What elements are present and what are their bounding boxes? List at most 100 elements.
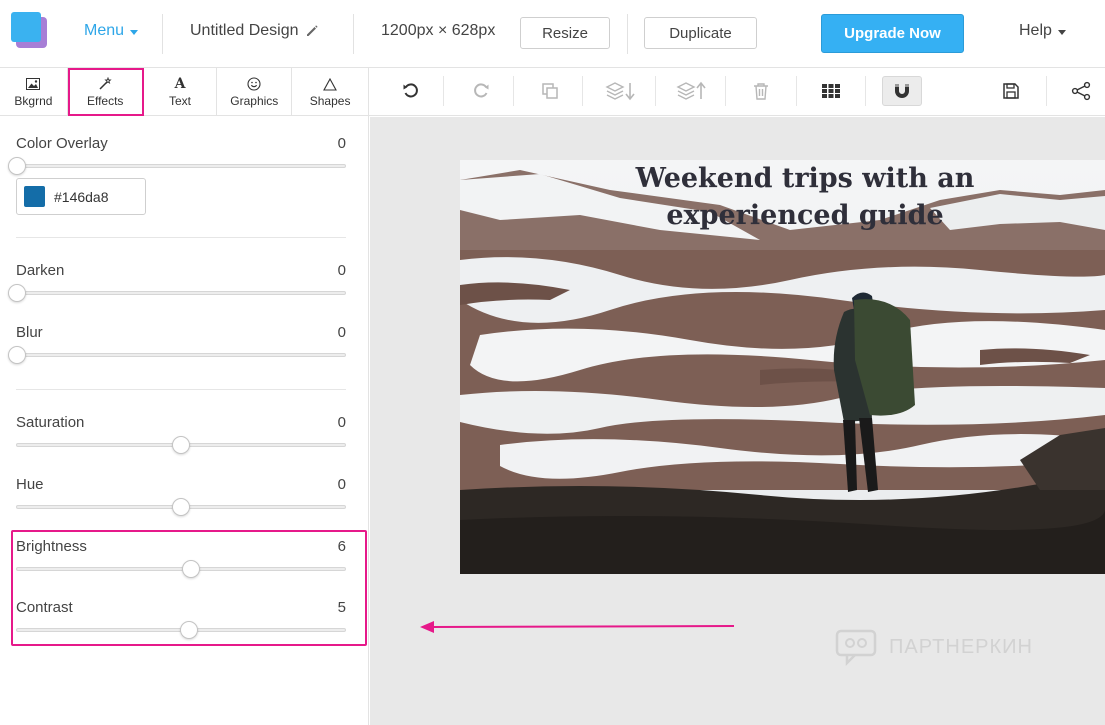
divider xyxy=(627,14,628,54)
tab-label: Effects xyxy=(86,94,124,108)
redo-icon xyxy=(474,83,489,98)
share-icon xyxy=(1071,81,1091,101)
divider xyxy=(1046,76,1047,106)
pencil-icon xyxy=(306,25,318,36)
tab-effects[interactable]: Effects xyxy=(67,68,144,116)
darken-value: 0 xyxy=(337,262,346,279)
save-icon xyxy=(1003,83,1019,99)
grid-button[interactable] xyxy=(811,76,851,106)
trash-icon xyxy=(754,83,768,100)
color-overlay-label: Color Overlay xyxy=(16,135,108,152)
image-icon xyxy=(26,76,41,92)
hue-label: Hue xyxy=(16,476,44,493)
top-bar: Menu Untitled Design 1200px × 628px Resi… xyxy=(0,0,1105,68)
headline-line-2: experienced guide xyxy=(666,200,944,231)
design-canvas[interactable]: Weekend trips with an experienced guide xyxy=(460,160,1105,574)
upgrade-now-button[interactable]: Upgrade Now xyxy=(821,14,964,53)
chevron-down-icon xyxy=(1057,29,1066,35)
highlight-annotation-box xyxy=(11,530,367,646)
menu-button[interactable]: Menu xyxy=(84,22,139,40)
effects-panel: Color Overlay 0 #146da8 Darken 0 Blur 0 xyxy=(0,116,369,725)
design-title[interactable]: Untitled Design xyxy=(190,22,319,40)
slider-thumb[interactable] xyxy=(8,284,26,302)
undo-icon xyxy=(403,83,418,98)
divider xyxy=(16,237,346,238)
divider xyxy=(582,76,583,106)
canvas-area: Weekend trips with an experienced guide … xyxy=(370,117,1105,725)
blur-label: Blur xyxy=(16,324,43,341)
hue-value: 0 xyxy=(337,476,346,493)
tab-text[interactable]: A Text xyxy=(144,68,218,116)
blur-value: 0 xyxy=(337,324,346,341)
color-overlay-control: Color Overlay 0 xyxy=(8,135,346,175)
save-button[interactable] xyxy=(991,76,1031,106)
duplicate-button[interactable]: Duplicate xyxy=(644,17,757,49)
watermark-logo-icon xyxy=(835,629,877,667)
hue-control: Hue 0 xyxy=(16,476,346,516)
snap-magnet-button[interactable] xyxy=(882,76,922,106)
send-backward-button[interactable] xyxy=(601,76,641,106)
hue-slider[interactable] xyxy=(16,498,346,516)
help-label: Help xyxy=(1019,22,1052,39)
divider xyxy=(162,14,163,54)
headline-line-1: Weekend trips with an xyxy=(635,163,975,194)
slider-thumb[interactable] xyxy=(172,498,190,516)
saturation-control: Saturation 0 xyxy=(16,414,346,454)
color-hex-value: #146da8 xyxy=(54,188,109,205)
color-swatch[interactable] xyxy=(24,186,45,207)
color-overlay-slider[interactable] xyxy=(8,157,346,175)
slider-thumb[interactable] xyxy=(8,346,26,364)
divider xyxy=(353,14,354,54)
watermark-text: ПАРТНЕРКИН xyxy=(889,635,1033,658)
arrow-annotation xyxy=(420,621,735,633)
redo-button[interactable] xyxy=(461,76,501,106)
send-backward-icon xyxy=(605,82,635,101)
divider xyxy=(655,76,656,106)
darken-slider[interactable] xyxy=(8,284,346,302)
saturation-label: Saturation xyxy=(16,414,85,431)
grid-icon xyxy=(822,84,840,98)
canvas-size-label: 1200px × 628px xyxy=(381,22,496,39)
color-overlay-value: 0 xyxy=(337,135,346,152)
saturation-value: 0 xyxy=(337,414,346,431)
help-button[interactable]: Help xyxy=(1019,22,1066,40)
editor-toolbar xyxy=(369,68,1105,116)
bring-forward-button[interactable] xyxy=(672,76,712,106)
resize-button[interactable]: Resize xyxy=(520,17,610,49)
blur-slider[interactable] xyxy=(8,346,346,364)
divider xyxy=(725,76,726,106)
design-headline[interactable]: Weekend trips with an experienced guide xyxy=(460,160,1105,234)
tab-shapes[interactable]: Shapes xyxy=(292,68,368,116)
slider-thumb[interactable] xyxy=(172,436,190,454)
bring-forward-icon xyxy=(676,81,706,100)
app-logo[interactable] xyxy=(11,12,47,48)
smiley-icon xyxy=(247,76,261,92)
divider xyxy=(16,389,346,390)
delete-button[interactable] xyxy=(741,76,781,106)
magic-wand-icon xyxy=(98,76,112,92)
chevron-down-icon xyxy=(130,29,139,35)
tab-label: Graphics xyxy=(230,94,279,108)
sidebar-tabs: Bkgrnd Effects A Text Graphics Shapes xyxy=(0,68,369,116)
logo-front xyxy=(11,12,41,42)
share-button[interactable] xyxy=(1061,76,1101,106)
watermark: ПАРТНЕРКИН xyxy=(835,627,1033,667)
divider xyxy=(796,76,797,106)
overlay-color-field[interactable]: #146da8 xyxy=(16,178,146,215)
triangle-icon xyxy=(323,76,338,92)
design-title-label: Untitled Design xyxy=(190,22,299,39)
darken-label: Darken xyxy=(16,262,65,279)
copy-button[interactable] xyxy=(530,76,570,106)
tab-background[interactable]: Bkgrnd xyxy=(0,68,68,116)
slider-thumb[interactable] xyxy=(8,157,26,175)
undo-button[interactable] xyxy=(391,76,431,106)
blur-control: Blur 0 xyxy=(8,324,346,364)
copy-icon xyxy=(542,83,558,99)
darken-control: Darken 0 xyxy=(8,262,346,302)
tab-label: Shapes xyxy=(309,94,351,108)
divider xyxy=(443,76,444,106)
magnet-icon xyxy=(895,84,909,98)
saturation-slider[interactable] xyxy=(16,436,346,454)
divider xyxy=(865,76,866,106)
tab-graphics[interactable]: Graphics xyxy=(217,68,293,116)
